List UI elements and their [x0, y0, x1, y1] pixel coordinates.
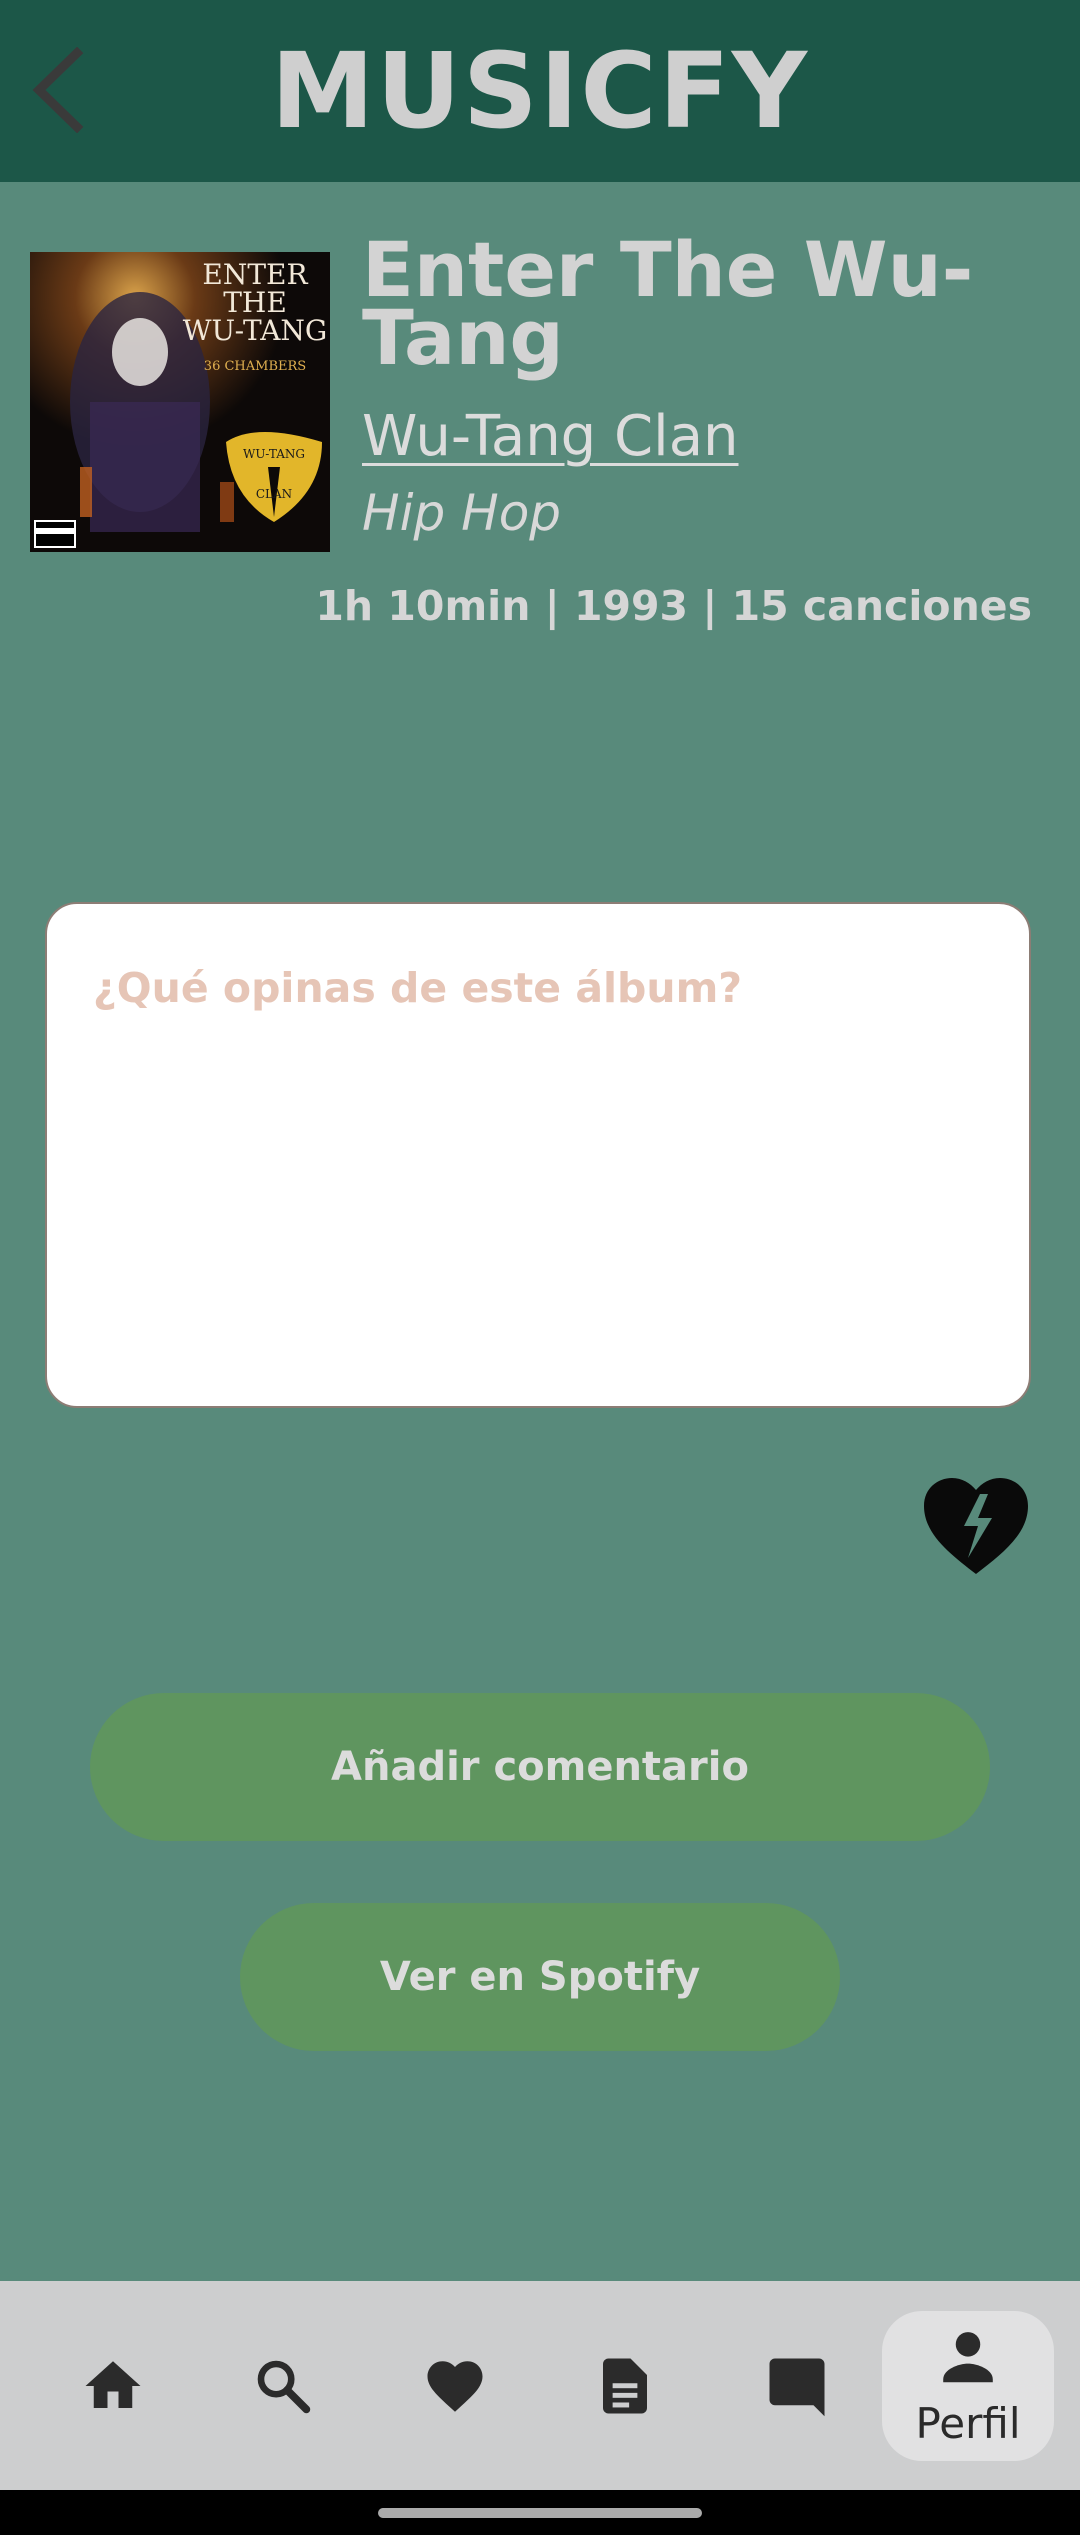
nav-search[interactable]	[198, 2281, 368, 2490]
app-header: MUSICFY	[0, 0, 1080, 182]
svg-text:WU-TANG: WU-TANG	[243, 447, 305, 461]
home-indicator[interactable]	[378, 2508, 702, 2518]
album-cover: ENTER THE WU-TANG 36 CHAMBERS WU-TANG CL…	[30, 252, 330, 552]
chat-icon	[769, 2358, 825, 2416]
app-title: MUSICFY	[270, 30, 810, 152]
view-on-spotify-button[interactable]: Ver en Spotify	[240, 1903, 840, 2051]
search-icon	[257, 2360, 311, 2413]
person-icon	[943, 2332, 993, 2383]
svg-text:CLAN: CLAN	[256, 487, 292, 501]
document-icon	[603, 2358, 647, 2413]
home-icon	[85, 2360, 141, 2408]
heart-icon	[427, 2360, 483, 2412]
nav-profile[interactable]: Perfil	[882, 2311, 1054, 2461]
broken-heart-icon	[924, 1478, 1028, 1574]
back-button[interactable]	[22, 40, 92, 140]
svg-text:WU-TANG: WU-TANG	[183, 314, 328, 347]
nav-home[interactable]	[28, 2281, 198, 2490]
dislike-button[interactable]	[920, 1474, 1032, 1578]
add-comment-button[interactable]: Añadir comentario	[90, 1693, 990, 1841]
album-meta: 1h 10min | 1993 | 15 canciones	[315, 582, 1032, 630]
album-title: Enter The Wu-Tang	[362, 225, 974, 382]
chevron-left-icon	[32, 47, 84, 133]
nav-reviews[interactable]	[540, 2281, 710, 2490]
artist-link[interactable]: Wu-Tang Clan	[362, 404, 739, 469]
nav-profile-label: Perfil	[915, 2399, 1021, 2448]
album-genre: Hip Hop	[362, 484, 562, 542]
svg-text:36 CHAMBERS: 36 CHAMBERS	[204, 359, 306, 374]
comment-input[interactable]	[47, 904, 1029, 1406]
nav-favorites[interactable]	[370, 2281, 540, 2490]
comment-box	[45, 902, 1031, 1408]
nav-chat[interactable]	[712, 2281, 882, 2490]
